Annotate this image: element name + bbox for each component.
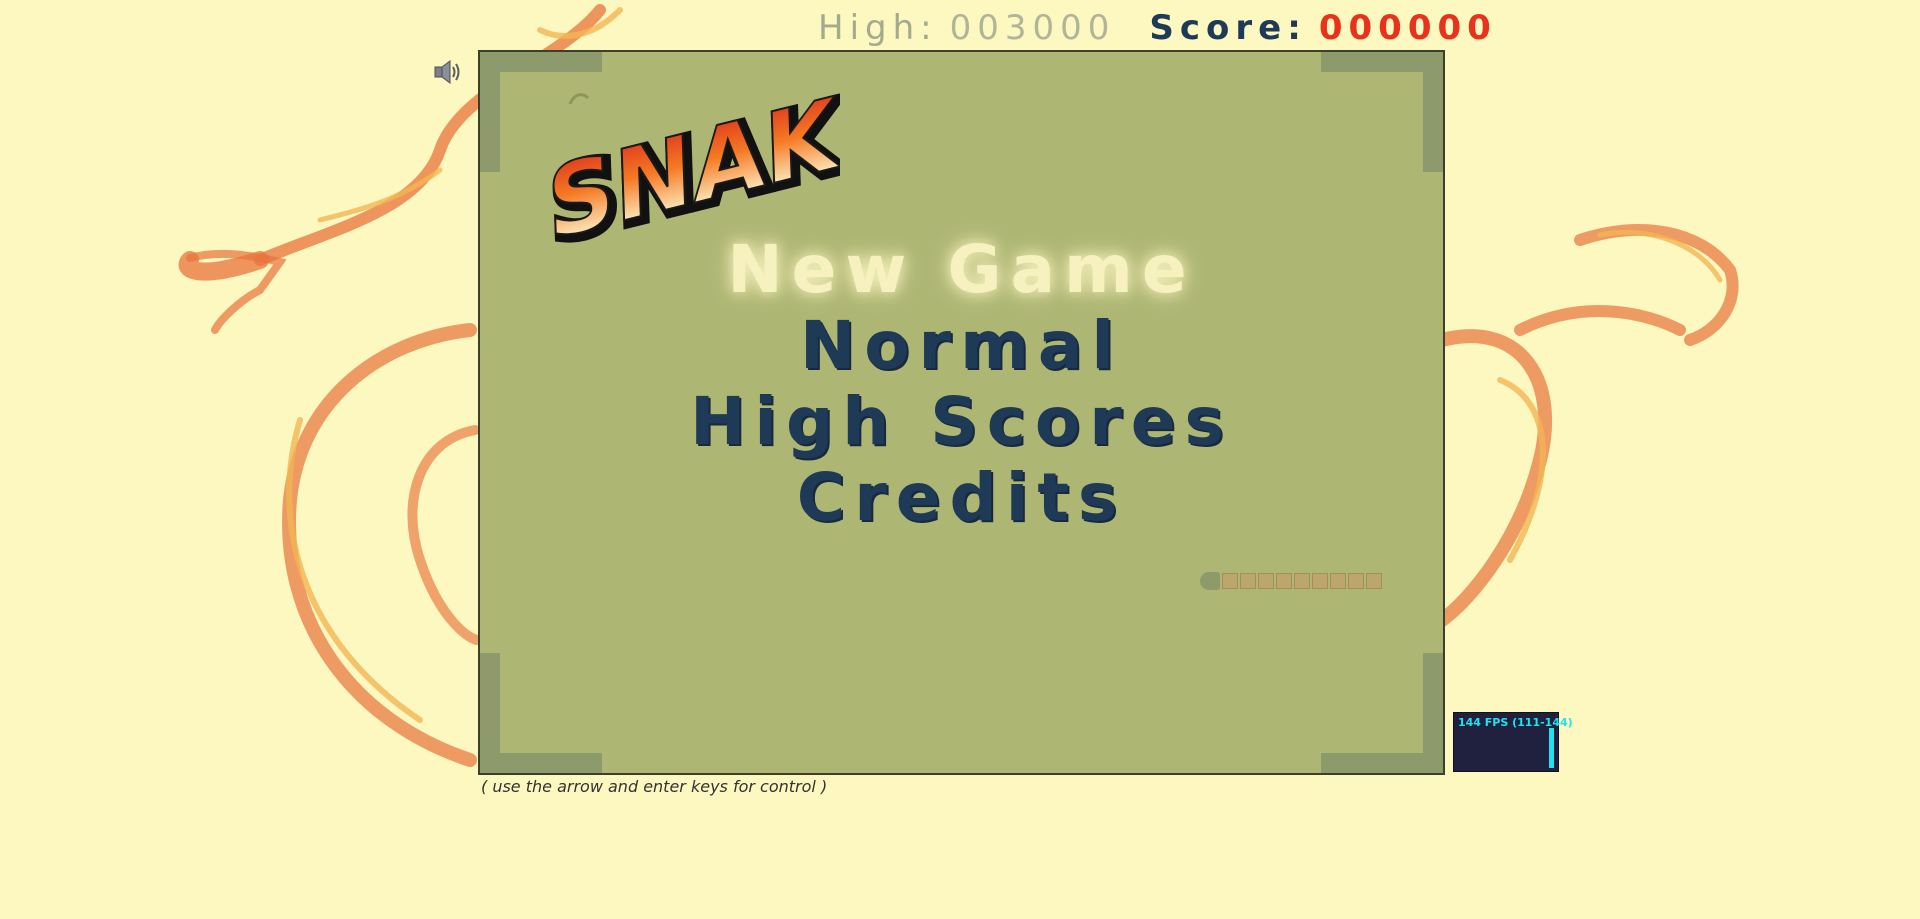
menu-item-high-scores[interactable]: High Scores — [480, 384, 1443, 460]
speaker-icon — [434, 60, 460, 84]
snake-segment — [1294, 573, 1310, 589]
snake-segment — [1312, 573, 1328, 589]
board-corner — [480, 653, 500, 773]
score-label: Score: — [1149, 8, 1307, 48]
high-score-label: High: — [818, 8, 938, 48]
sound-toggle-button[interactable] — [433, 58, 463, 86]
snake-segment — [1348, 573, 1364, 589]
snake-segment — [1276, 573, 1292, 589]
game-board[interactable]: SNAKES SNAKES New Game Normal High Score… — [478, 50, 1445, 775]
menu-item-credits[interactable]: Credits — [480, 460, 1443, 536]
fps-bar — [1549, 728, 1554, 768]
menu-item-difficulty[interactable]: Normal — [480, 308, 1443, 384]
snake-segment — [1366, 573, 1382, 589]
board-corner — [480, 52, 500, 172]
scoreboard: High: 003000 Score: 000000 — [818, 6, 1497, 50]
menu-item-new-game[interactable]: New Game — [480, 232, 1443, 308]
control-hint: ( use the arrow and enter keys for contr… — [481, 777, 828, 796]
snake-head — [1200, 572, 1220, 590]
fps-meter: 144 FPS (111-144) — [1453, 712, 1573, 772]
score-value: 000000 — [1318, 8, 1497, 48]
board-corner — [1423, 52, 1443, 172]
main-menu: New Game Normal High Scores Credits — [480, 232, 1443, 536]
high-score-value: 003000 — [949, 8, 1116, 48]
snake-segment — [1222, 573, 1238, 589]
snake-segment — [1330, 573, 1346, 589]
board-corner — [1423, 653, 1443, 773]
snake-segment — [1258, 573, 1274, 589]
fps-readout: 144 FPS (111-144) — [1458, 716, 1573, 729]
demo-snake — [1200, 572, 1382, 590]
snake-segment — [1240, 573, 1256, 589]
